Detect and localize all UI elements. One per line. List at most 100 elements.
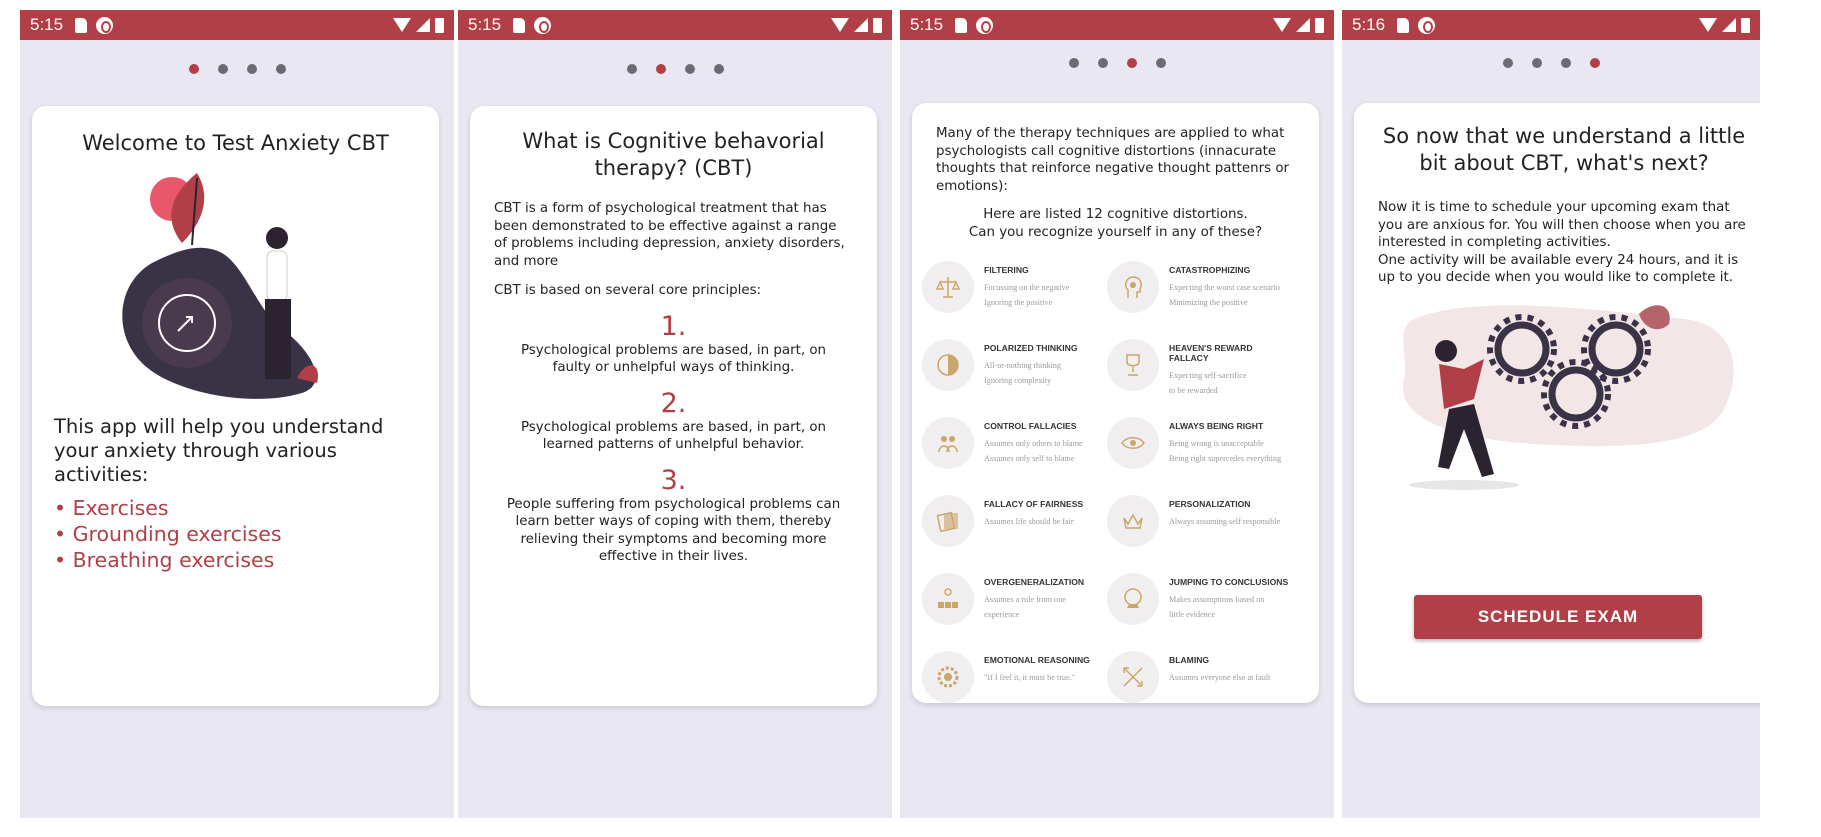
schedule-body-2: One activity will be available every 24 … [1378, 252, 1739, 286]
page-dot[interactable] [1560, 58, 1571, 68]
distortion-desc: Ignoring the positive [984, 298, 1053, 307]
distortion-desc: "If I feel it, it must be true." [984, 673, 1076, 682]
page-dot[interactable] [1502, 58, 1513, 68]
distortion-desc: Assumes life should be fair [984, 517, 1074, 526]
distortion-item: POLARIZED THINKING All-or-nothing thinkin… [922, 339, 1105, 393]
page-dot[interactable] [1155, 58, 1166, 68]
page-indicator[interactable] [1342, 58, 1760, 68]
status-bar: 5:15 [458, 10, 892, 40]
activity-list: • Exercises • Grounding exercises • Brea… [32, 495, 439, 573]
page-dot[interactable] [188, 64, 199, 74]
app-notification-icon [976, 16, 994, 34]
distortion-name: CATASTROPHIZING [1169, 265, 1251, 275]
trophy-icon [1107, 339, 1159, 391]
distortion-name: FALLACY OF FAIRNESS [984, 499, 1084, 509]
distortion-desc: experience [984, 610, 1020, 619]
card-title: What is Cognitive behavorial therapy? (C… [522, 129, 825, 180]
distortion-item: FILTERING Focussing on the negative Ignori… [922, 261, 1105, 315]
distortion-desc: Expecting the worst case scenario [1169, 283, 1280, 292]
wifi-icon [393, 18, 411, 32]
page-dot[interactable] [1097, 58, 1108, 68]
distortion-name: CONTROL FALLACIES [984, 421, 1077, 431]
distortion-item: ALWAYS BEING RIGHT Being wrong is unaccep… [1107, 417, 1290, 471]
distortions-heading-2: Can you recognize yourself in any of the… [968, 224, 1263, 240]
page-dot[interactable] [655, 64, 666, 74]
principle-number: 1. [660, 310, 687, 342]
principle-number: 2. [660, 387, 687, 419]
arrows-icon [1107, 651, 1159, 703]
distortion-item: FALLACY OF FAIRNESS Assumes life should b… [922, 495, 1105, 549]
page-dot[interactable] [1126, 58, 1137, 68]
distortion-desc: Assumes a rule from one [984, 595, 1066, 604]
onboarding-card: What is Cognitive behavorial therapy? (C… [470, 106, 877, 706]
distortion-desc: Minimizing the positive [1169, 298, 1248, 307]
page-dot[interactable] [1068, 58, 1079, 68]
distortion-desc: Being right supercedes everything [1169, 454, 1282, 463]
onboarding-card: So now that we understand a little bit a… [1354, 103, 1760, 703]
crystal-ball-icon [1107, 573, 1159, 625]
distortion-name: BLAMING [1169, 655, 1210, 665]
distortion-item: EMOTIONAL REASONING "If I feel it, it mus… [922, 651, 1105, 703]
distortion-item: JUMPING TO CONCLUSIONS Makes assumptions … [1107, 573, 1290, 627]
schedule-body-1: Now it is time to schedule your upcoming… [1378, 200, 1746, 250]
welcome-illustration [122, 173, 318, 399]
card-title: So now that we understand a little bit a… [1382, 124, 1746, 175]
distortion-item: CATASTROPHIZING Expecting the worst case … [1107, 261, 1290, 315]
onboarding-screen-1: 5:15 Welcome to Test Anxiety CBT This ap… [20, 10, 454, 818]
battery-icon [873, 17, 882, 33]
page-dot[interactable] [684, 64, 695, 74]
page-dot[interactable] [275, 64, 286, 74]
distortion-grid: FILTERING Focussing on the negative Ignori… [912, 261, 1319, 703]
distortion-desc: Being wrong is unacceptable [1169, 439, 1264, 448]
distortion-desc: Assumes everyone else at fault [1169, 673, 1271, 682]
sd-card-icon [75, 17, 88, 33]
wifi-icon [1273, 18, 1291, 32]
cbt-intro: CBT is a form of psychological treatment… [494, 201, 845, 269]
distortion-desc: Focussing on the negative [984, 283, 1070, 292]
cell-signal-icon [1722, 18, 1736, 32]
people-icon [922, 417, 974, 469]
cell-signal-icon [1296, 18, 1310, 32]
distortion-desc: little evidence [1169, 610, 1216, 619]
page-indicator[interactable] [900, 58, 1334, 68]
welcome-body: This app will help you understand your a… [54, 415, 384, 486]
scale-icon [922, 261, 974, 313]
wifi-icon [831, 18, 849, 32]
crown-icon [1107, 495, 1159, 547]
page-dot[interactable] [1531, 58, 1542, 68]
distortion-name: PERSONALIZATION [1169, 499, 1251, 509]
page-indicator[interactable] [458, 64, 892, 74]
onboarding-card: Many of the therapy techniques are appli… [912, 103, 1319, 703]
onboarding-screen-4: 5:16 So now that we understand a little … [1342, 10, 1760, 818]
principle-number: 3. [660, 464, 687, 496]
schedule-exam-button[interactable]: SCHEDULE EXAM [1414, 595, 1702, 639]
distortion-desc: Always assuming self responsible [1169, 517, 1281, 526]
distortion-desc: Makes assumptions based on [1169, 595, 1265, 604]
distortion-item: BLAMING Assumes everyone else at fault [1107, 651, 1290, 703]
status-bar: 5:15 [900, 10, 1334, 40]
distortion-name: ALWAYS BEING RIGHT [1169, 421, 1264, 431]
head-icon [1107, 261, 1159, 313]
gears-illustration [1402, 304, 1734, 490]
core-principles-label: CBT is based on several core principles: [494, 283, 762, 298]
distortion-name: HEAVEN'S REWARD FALLACY [1169, 343, 1253, 363]
sd-card-icon [513, 17, 526, 33]
app-notification-icon [1418, 16, 1436, 34]
distortion-desc: Assumes only others to blame [984, 439, 1083, 448]
page-dot[interactable] [626, 64, 637, 74]
sd-card-icon [955, 17, 968, 33]
page-indicator[interactable] [20, 64, 454, 74]
onboarding-card: Welcome to Test Anxiety CBT This app wil… [32, 106, 439, 706]
app-notification-icon [534, 16, 552, 34]
battery-icon [1741, 17, 1750, 33]
status-time: 5:16 [1352, 15, 1386, 34]
list-item: • Breathing exercises [54, 548, 275, 572]
page-dot[interactable] [713, 64, 724, 74]
distortion-desc: Assumes only self to blame [984, 454, 1075, 463]
page-dot[interactable] [1589, 58, 1600, 68]
status-time: 5:15 [30, 15, 64, 34]
page-dot[interactable] [246, 64, 257, 74]
principle-text: Psychological problems are based, in par… [520, 419, 827, 453]
polar-icon [922, 339, 974, 391]
page-dot[interactable] [217, 64, 228, 74]
